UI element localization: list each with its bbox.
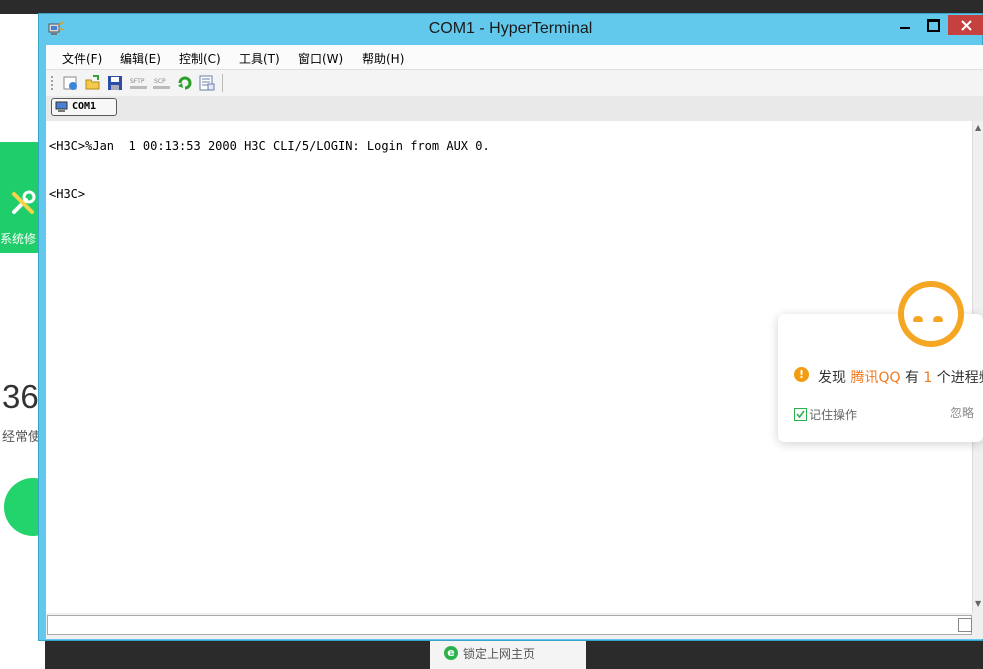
- minimize-button[interactable]: [892, 15, 918, 35]
- system-repair-label: 系统修: [0, 232, 37, 246]
- sftp-icon[interactable]: SFTP: [129, 74, 149, 92]
- scroll-up-icon[interactable]: ▲: [975, 123, 981, 132]
- msg-count: 1: [923, 370, 933, 386]
- menu-control[interactable]: 控制(C): [179, 50, 221, 67]
- menu-bar: 文件(F) 编辑(E) 控制(C) 工具(T) 窗口(W) 帮助(H): [46, 45, 983, 69]
- browser-icon: e: [444, 646, 458, 660]
- computer-icon: [55, 101, 68, 112]
- mascot-eye-icon: [933, 316, 943, 322]
- scroll-down-icon[interactable]: ▼: [975, 599, 981, 608]
- system-repair-tile[interactable]: 系统修: [0, 142, 40, 253]
- menu-tools[interactable]: 工具(T): [239, 50, 280, 67]
- mascot-face: [904, 287, 958, 341]
- title-bar[interactable]: COM1 - HyperTerminal: [39, 14, 983, 44]
- scp-label: SCP: [154, 78, 166, 85]
- close-icon: [961, 20, 972, 31]
- lock-homepage-bar[interactable]: e 锁定上网主页: [430, 640, 586, 669]
- mascot-eye-icon: [913, 316, 923, 322]
- status-checkbox[interactable]: [958, 618, 972, 632]
- maximize-icon: [927, 19, 940, 32]
- desktop-background: [0, 0, 983, 14]
- checkbox-checked-icon: [794, 408, 807, 421]
- maximize-button[interactable]: [920, 15, 946, 35]
- score-caption: 经常使: [2, 430, 42, 445]
- save-icon[interactable]: [106, 74, 124, 92]
- toolbar-separator: [222, 74, 223, 92]
- menu-window[interactable]: 窗口(W): [298, 50, 343, 67]
- scp-icon[interactable]: SCP: [152, 74, 172, 92]
- tab-com1[interactable]: COM1: [51, 98, 117, 116]
- terminal-line: <H3C>: [49, 187, 86, 201]
- toolbar-grip-icon: [51, 76, 53, 90]
- toolbar: SFTP SCP: [46, 69, 983, 97]
- menu-help[interactable]: 帮助(H): [362, 50, 404, 67]
- minimize-icon: [900, 27, 910, 29]
- msg-suffix: 个进程频: [936, 370, 983, 386]
- sftp-label: SFTP: [130, 78, 145, 85]
- mascot-icon: [898, 281, 964, 347]
- status-area: [46, 613, 983, 639]
- refresh-icon[interactable]: [176, 74, 194, 92]
- ignore-button[interactable]: 忽略: [950, 404, 974, 421]
- terminal-line: <H3C>%Jan 1 00:13:53 2000 H3C CLI/5/LOGI…: [49, 139, 490, 153]
- score-number: 36: [2, 378, 39, 415]
- remember-label: 记住操作: [809, 408, 858, 422]
- notification-message: 发现 腾讯QQ 有 1 个进程频: [818, 367, 983, 387]
- wrench-icon: [12, 190, 36, 214]
- menu-edit[interactable]: 编辑(E): [120, 50, 161, 67]
- session-tab-strip: COM1: [46, 96, 983, 121]
- remember-choice-checkbox[interactable]: 记住操作: [794, 406, 857, 423]
- menu-file[interactable]: 文件(F): [62, 50, 102, 67]
- warning-icon: !: [794, 367, 809, 382]
- msg-app-name: 腾讯QQ: [850, 370, 901, 386]
- msg-prefix: 发现: [818, 370, 846, 386]
- lock-homepage-label: 锁定上网主页: [463, 647, 536, 661]
- close-button[interactable]: [948, 15, 983, 35]
- msg-middle: 有: [904, 370, 919, 386]
- window-title: COM1 - HyperTerminal: [428, 20, 593, 37]
- command-input[interactable]: [47, 615, 972, 635]
- new-connection-icon[interactable]: [62, 74, 80, 92]
- tab-com1-label: COM1: [72, 101, 97, 112]
- open-icon[interactable]: [84, 74, 102, 92]
- properties-icon[interactable]: [198, 74, 216, 92]
